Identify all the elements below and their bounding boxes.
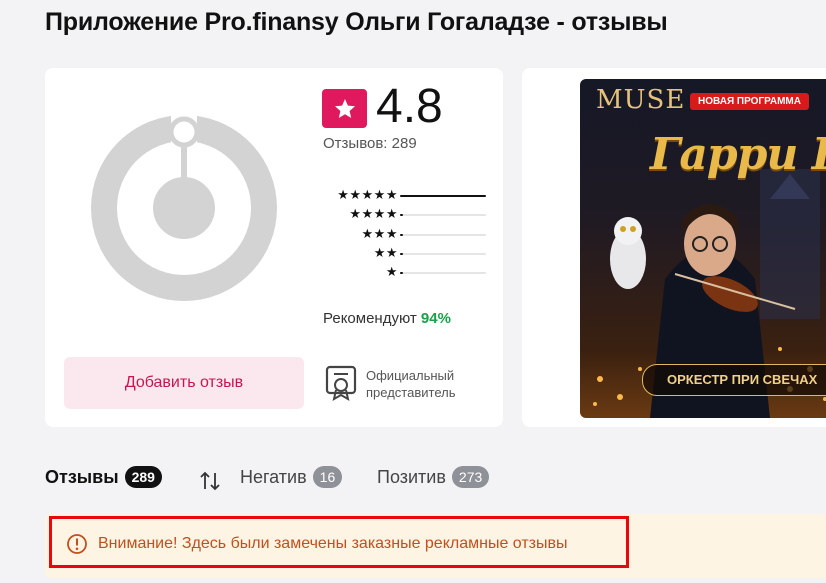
tab-reviews[interactable]: Отзывы 289	[45, 466, 162, 489]
certificate-icon	[325, 365, 357, 401]
rating-card: 4.8 Отзывов: 289 ★★★★★ ★★★★ ★★★ ★★ ★ Рекомен…	[45, 68, 503, 427]
star-row-stars: ★★	[373, 245, 398, 260]
star-row: ★	[300, 264, 490, 281]
official-line-1: Официальный	[366, 368, 455, 383]
recommend-label: Рекомендуют	[323, 310, 417, 327]
add-review-button[interactable]: Добавить отзыв	[64, 357, 304, 409]
star-row: ★★★★★	[300, 187, 490, 204]
ad-cta[interactable]: ОРКЕСТР ПРИ СВЕЧАХ	[642, 364, 826, 396]
ad-banner[interactable]: MUSE НОВАЯ ПРОГРАММА Гарри Поттер ОРКЕСТ…	[522, 68, 826, 427]
star-row-fill	[400, 214, 403, 216]
tab-positive-label: Позитив	[377, 466, 446, 487]
tab-negative-count: 16	[312, 466, 343, 489]
star-row-bar	[400, 234, 486, 236]
rating-star-icon	[322, 89, 367, 128]
star-row-stars: ★	[385, 264, 398, 279]
star-row-fill	[400, 253, 403, 255]
reviews-count: Отзывов: 289	[323, 135, 417, 152]
star-row-stars: ★★★★★	[337, 187, 398, 202]
star-row: ★★	[300, 245, 490, 262]
star-row-fill	[400, 234, 403, 236]
official-representative[interactable]: Официальный представитель	[324, 365, 494, 405]
star-row-stars: ★★★	[361, 226, 398, 241]
star-row-bar	[400, 195, 486, 197]
ad-brand: MUSE	[596, 85, 686, 115]
tab-reviews-label: Отзывы	[45, 466, 119, 487]
tab-negative-label: Негатив	[240, 466, 307, 487]
review-tabs: Отзывы 289 Негатив 16 Позитив 273	[45, 466, 826, 496]
tab-positive-count: 273	[451, 466, 490, 489]
tab-negative[interactable]: Негатив 16	[240, 466, 343, 489]
star-row: ★★★	[300, 226, 490, 243]
app-logo	[91, 115, 277, 301]
alert-text: Внимание! Здесь были замечены заказные р…	[98, 535, 568, 552]
sort-icon[interactable]	[199, 470, 221, 492]
star-row-fill	[400, 272, 403, 274]
star-row-bar	[400, 214, 486, 216]
star-row-bar	[400, 272, 486, 274]
ad-badge: НОВАЯ ПРОГРАММА	[690, 93, 809, 110]
warning-icon	[67, 534, 87, 554]
star-row: ★★★★	[300, 206, 490, 223]
recommend-percent: 94%	[420, 310, 451, 327]
star-row-stars: ★★★★	[349, 206, 398, 221]
ad-poster[interactable]: MUSE НОВАЯ ПРОГРАММА Гарри Поттер ОРКЕСТ…	[580, 79, 826, 418]
ad-title: Гарри Поттер	[650, 129, 826, 180]
page-title: Приложение Pro.finansy Ольги Гогаладзе -…	[45, 8, 668, 36]
tab-positive[interactable]: Позитив 273	[377, 466, 490, 489]
official-line-2: представитель	[366, 385, 456, 400]
rating-value: 4.8	[376, 80, 443, 133]
recommend-line: Рекомендуют 94%	[323, 310, 451, 327]
star-row-bar	[400, 253, 486, 255]
star-row-fill	[400, 195, 486, 197]
tab-reviews-count: 289	[124, 466, 162, 489]
